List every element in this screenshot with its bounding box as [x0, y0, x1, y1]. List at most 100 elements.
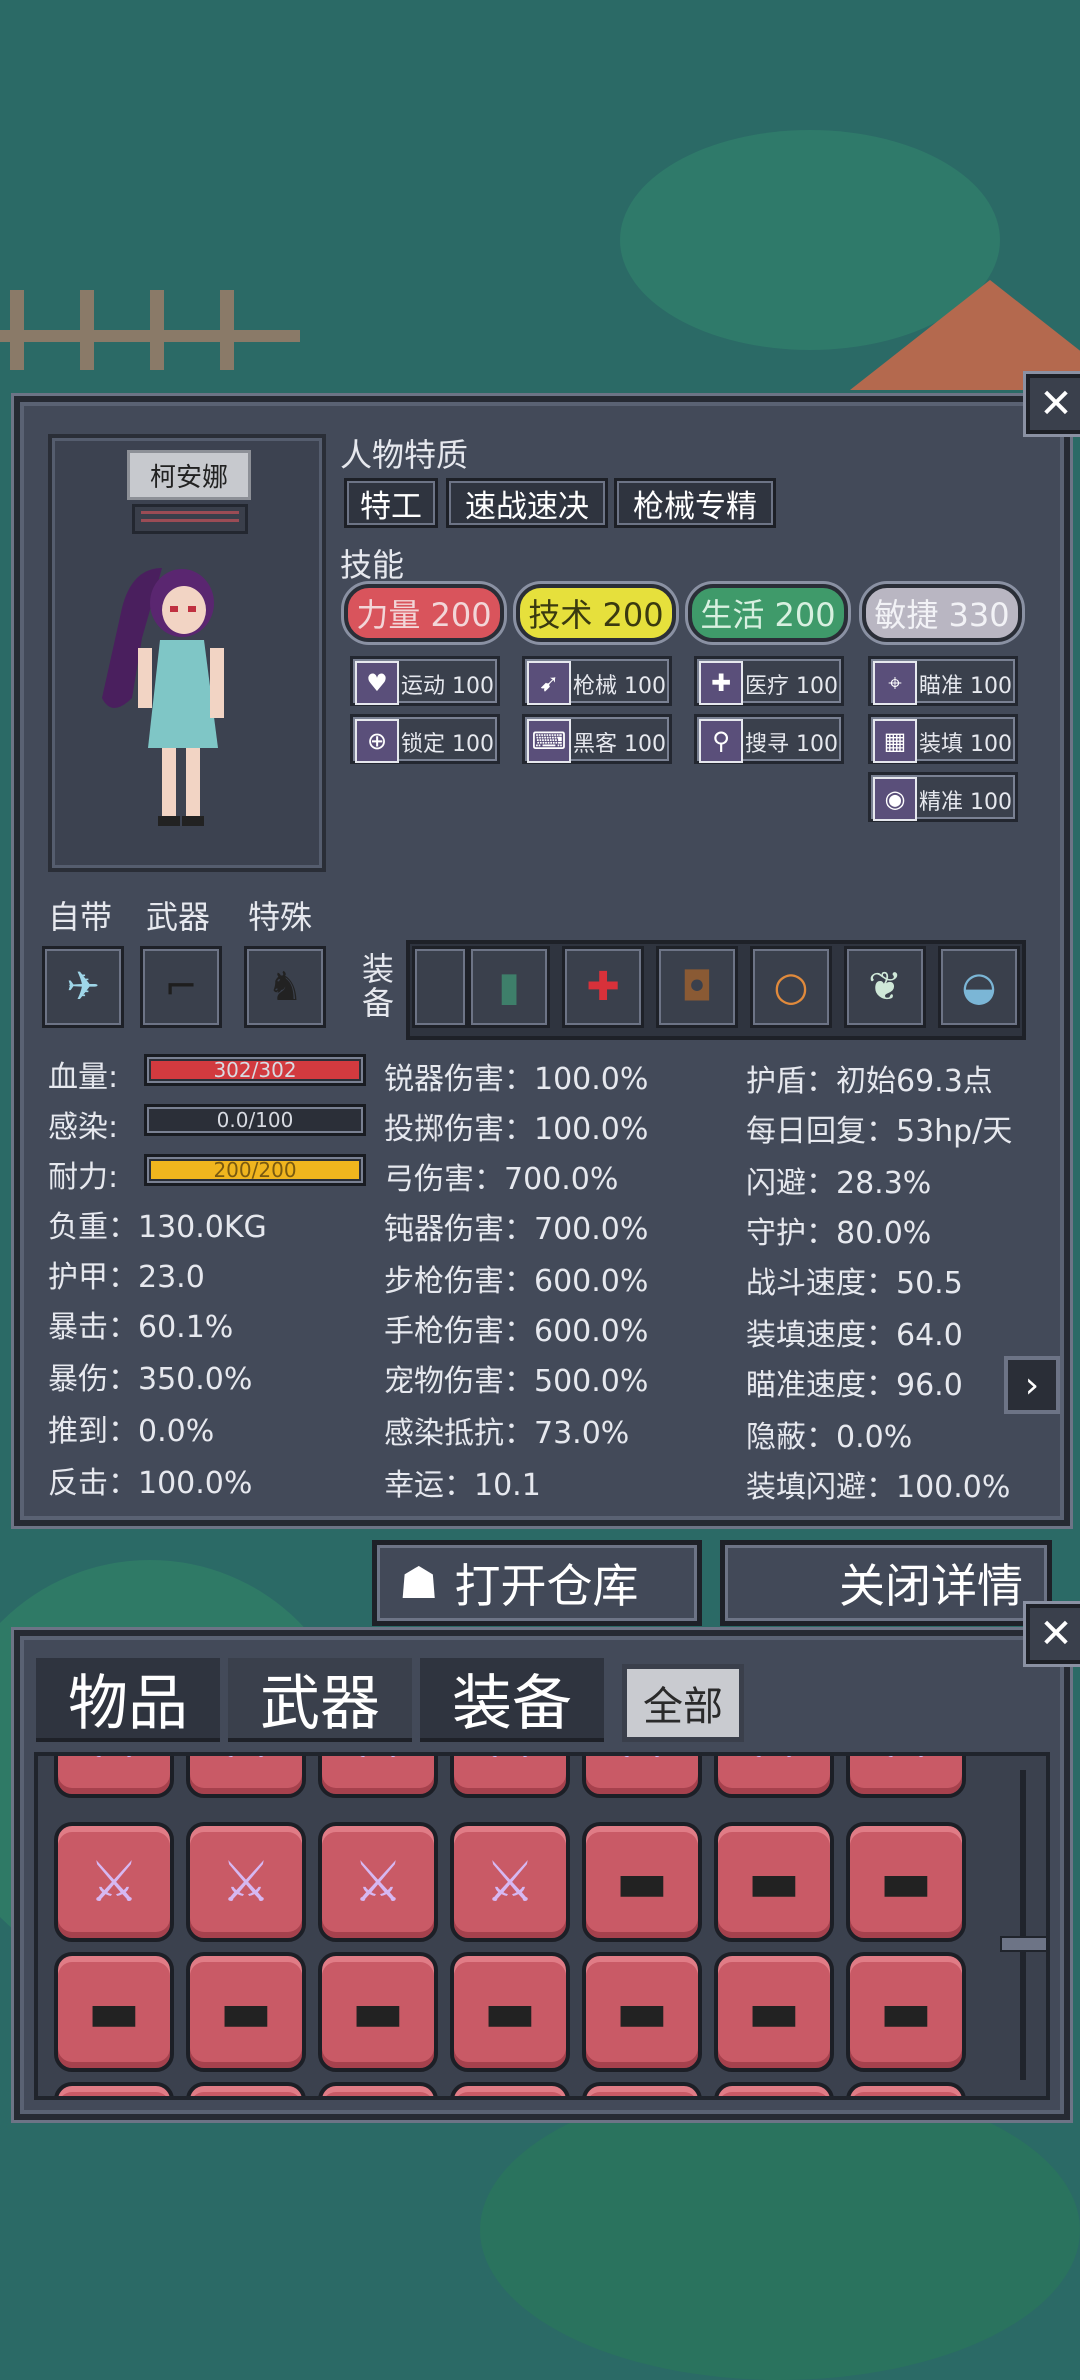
stat-rifle-dmg: 步枪伤害：600.0% — [384, 1264, 649, 1299]
inventory-item-knife[interactable]: ⚔ — [54, 1756, 174, 1798]
equip-slot-backpack[interactable]: ◘ — [656, 946, 738, 1028]
skill-life[interactable]: 生活 200 — [688, 584, 848, 642]
hack-icon: ⌨ — [527, 719, 571, 763]
equip-slot-medkit[interactable]: ✚ — [562, 946, 644, 1028]
tab-weapons[interactable]: 武器 — [228, 1658, 412, 1742]
equip-slot-wing[interactable]: ❦ — [844, 946, 926, 1028]
storage-icon: ☗ — [399, 1557, 439, 1609]
inventory-item-pistol[interactable]: ▬ — [54, 1952, 174, 2072]
hp-label: 血量: — [48, 1060, 119, 1095]
subskill-hacker[interactable]: ⌨ 黑客 100 — [522, 714, 672, 764]
skills-title: 技能 — [340, 546, 405, 584]
stamina-bar: 200/200 — [144, 1154, 366, 1186]
stat-luck: 幸运：10.1 — [384, 1468, 541, 1503]
ring-icon: ○ — [773, 964, 809, 1010]
equip-slot-empty[interactable] — [412, 946, 468, 1028]
trait-quick-battle[interactable]: 速战速决 — [446, 478, 608, 528]
stat-guard: 守护：80.0% — [746, 1216, 932, 1251]
first-aid-icon: ✚ — [586, 964, 620, 1010]
pistol-icon: ▬ — [87, 1979, 141, 2045]
inventory-item-knife[interactable]: ⚔ — [318, 1822, 438, 1942]
inventory-close-icon[interactable]: ✕ — [1026, 1604, 1080, 1664]
equip-label: 装备 — [362, 950, 395, 1022]
inventory-item-knife[interactable]: ⚔ — [186, 1822, 306, 1942]
stat-load: 负重：130.0KG — [48, 1210, 267, 1245]
inventory-item-pistol[interactable]: ▬ — [582, 1952, 702, 2072]
traits-title: 人物特质 — [340, 436, 469, 474]
inventory-item-pistol[interactable]: ▬ — [714, 1952, 834, 2072]
stat-shield: 护盾：初始69.3点 — [746, 1064, 993, 1099]
inventory-item-knife[interactable]: ⚔ — [846, 1756, 966, 1798]
stat-combat-speed: 战斗速度：50.5 — [746, 1266, 963, 1301]
wing-icon: ❦ — [868, 964, 902, 1010]
inventory-item-pistol[interactable] — [450, 2082, 570, 2096]
label-weapon: 武器 — [146, 898, 211, 936]
next-page-button[interactable]: › — [1004, 1356, 1060, 1414]
pistol-icon: ▬ — [615, 1849, 669, 1915]
inventory-item-knife[interactable]: ⚔ — [186, 1756, 306, 1798]
stat-dodge: 闪避：28.3% — [746, 1166, 932, 1201]
inventory-item-knife[interactable]: ⚔ — [714, 1756, 834, 1798]
inventory-item-knife[interactable]: ⚔ — [450, 1756, 570, 1798]
tab-equipment[interactable]: 装备 — [420, 1658, 604, 1742]
filter-all-button[interactable]: 全部 — [622, 1664, 744, 1742]
pistol-icon: ▬ — [879, 1979, 933, 2045]
skill-strength[interactable]: 力量 200 — [344, 584, 504, 642]
lock-icon: ⊕ — [355, 719, 399, 763]
trait-agent[interactable]: 特工 — [344, 478, 438, 528]
skill-tech[interactable]: 技术 200 — [516, 584, 676, 642]
equip-slot-armor[interactable]: ▮ — [468, 946, 550, 1028]
inventory-item-pistol[interactable]: ▬ — [846, 1952, 966, 2072]
inventory-item-pistol[interactable]: ▬ — [846, 1822, 966, 1942]
camo-armor-icon: ▮ — [497, 964, 520, 1010]
inventory-item-pistol[interactable] — [54, 2082, 174, 2096]
inventory-item-pistol[interactable] — [582, 2082, 702, 2096]
knife-icon: ⚔ — [352, 1849, 404, 1915]
subskill-reload[interactable]: ▦ 装填 100 — [868, 714, 1018, 764]
character-name: 柯安娜 — [127, 450, 251, 500]
equip-slot-mask[interactable]: ◒ — [938, 946, 1020, 1028]
subskill-medical[interactable]: ✚ 医疗 100 — [694, 656, 844, 706]
inventory-item-pistol[interactable]: ▬ — [450, 1952, 570, 2072]
open-storage-button[interactable]: ☗ 打开仓库 — [372, 1540, 702, 1626]
inventory-scroll-thumb[interactable] — [1000, 1936, 1046, 1952]
inventory-item-knife[interactable]: ⚔ — [582, 1756, 702, 1798]
infection-label: 感染: — [48, 1110, 119, 1145]
special-slot[interactable]: ♞ — [244, 946, 326, 1028]
inventory-item-knife[interactable]: ⚔ — [318, 1756, 438, 1798]
trait-gun-mastery[interactable]: 枪械专精 — [614, 478, 776, 528]
inventory-item-pistol[interactable] — [186, 2082, 306, 2096]
inventory-item-knife[interactable]: ⚔ — [450, 1822, 570, 1942]
stat-counter: 反击：100.0% — [48, 1466, 253, 1501]
builtin-slot[interactable]: ✈ — [42, 946, 124, 1028]
inventory-scrollbar[interactable] — [1020, 1770, 1026, 2080]
inventory-item-pistol[interactable]: ▬ — [186, 1952, 306, 2072]
inventory-item-pistol[interactable]: ▬ — [318, 1952, 438, 2072]
label-builtin: 自带 — [48, 898, 113, 936]
inventory-item-knife[interactable]: ⚔ — [54, 1822, 174, 1942]
inventory-item-pistol[interactable] — [318, 2082, 438, 2096]
stat-knockdown: 推到：0.0% — [48, 1414, 215, 1449]
subskill-sport[interactable]: ♥ 运动 100 — [350, 656, 500, 706]
pistol-icon: ▬ — [351, 1979, 405, 2045]
close-icon[interactable]: ✕ — [1026, 374, 1080, 434]
skill-agility[interactable]: 敏捷 330 — [862, 584, 1022, 642]
subskill-lock[interactable]: ⊕ 锁定 100 — [350, 714, 500, 764]
laser-gun-icon: ✈ — [66, 964, 100, 1010]
weapon-slot[interactable]: ⌐ — [140, 946, 222, 1028]
stat-stealth: 隐蔽：0.0% — [746, 1420, 913, 1455]
subskill-search[interactable]: ⚲ 搜寻 100 — [694, 714, 844, 764]
inventory-item-pistol[interactable] — [714, 2082, 834, 2096]
close-details-button[interactable]: 关闭详情 — [720, 1540, 1052, 1626]
inventory-item-pistol[interactable] — [846, 2082, 966, 2096]
inventory-item-pistol[interactable]: ▬ — [714, 1822, 834, 1942]
inventory-item-pistol[interactable]: ▬ — [582, 1822, 702, 1942]
stat-pet-dmg: 宠物伤害：500.0% — [384, 1364, 649, 1399]
equip-slot-ring[interactable]: ○ — [750, 946, 832, 1028]
stamina-label: 耐力: — [48, 1160, 119, 1195]
subskill-aim[interactable]: ⌖ 瞄准 100 — [868, 656, 1018, 706]
face-mask-icon: ◒ — [961, 964, 997, 1010]
subskill-precision[interactable]: ◉ 精准 100 — [868, 772, 1018, 822]
tab-items[interactable]: 物品 — [36, 1658, 220, 1742]
subskill-firearms[interactable]: ➹ 枪械 100 — [522, 656, 672, 706]
